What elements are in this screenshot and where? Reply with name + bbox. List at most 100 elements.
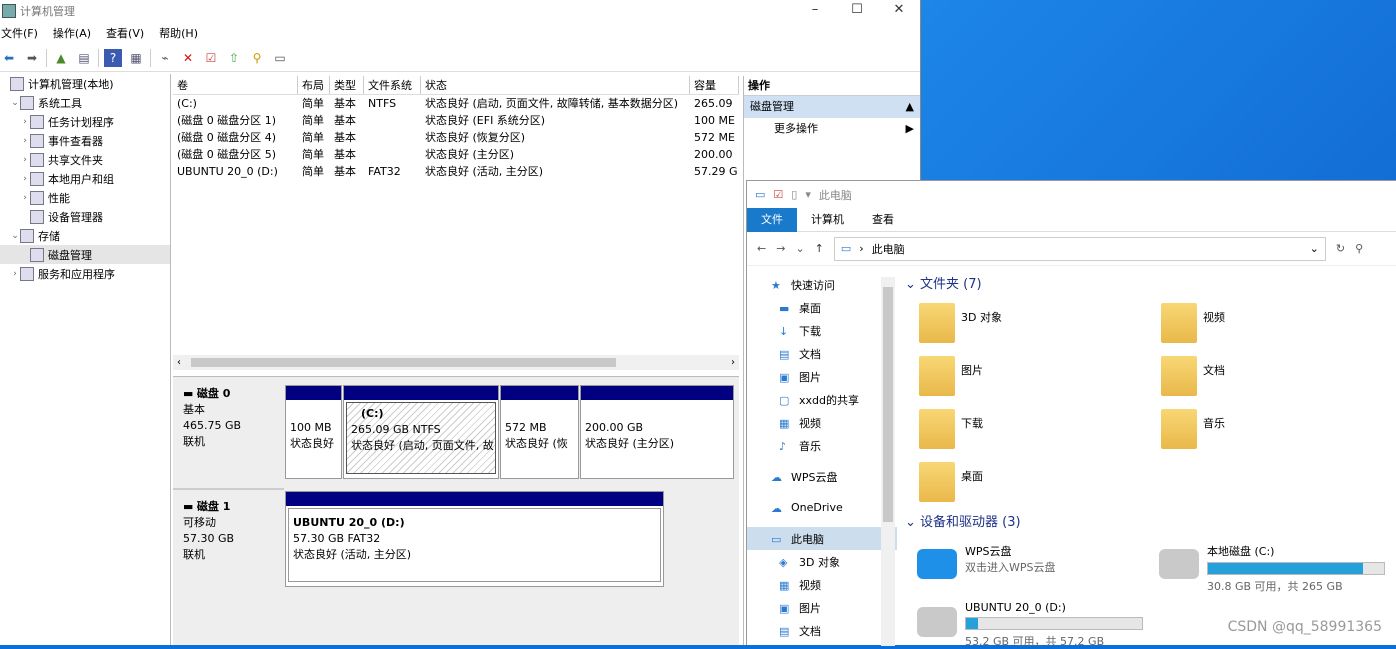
forward-icon[interactable]: →	[776, 242, 785, 255]
column-header[interactable]: 容量	[690, 76, 739, 94]
folder-item[interactable]: 3D 对象	[919, 303, 1002, 343]
show-hide-tree-icon[interactable]: ▤	[75, 49, 93, 67]
folder-item[interactable]: 文档	[1161, 356, 1225, 396]
collapse-up-icon[interactable]: ▲	[906, 96, 914, 118]
nav-scrollbar[interactable]	[881, 277, 895, 646]
maximize-button[interactable]: ☐	[836, 0, 878, 22]
table-row[interactable]: (C:) 简单 基本 NTFS 状态良好 (启动, 页面文件, 故障转储, 基本数据分区…	[173, 95, 739, 112]
back-icon[interactable]: ⬅	[0, 49, 18, 67]
tree-item[interactable]: › 性能	[0, 188, 170, 207]
tree-item[interactable]: › 共享文件夹	[0, 150, 170, 169]
checklist-icon[interactable]: ☑	[202, 49, 220, 67]
drives-group-header[interactable]: ⌄ 设备和驱动器 (3)	[899, 511, 1021, 535]
table-row[interactable]: (磁盘 0 磁盘分区 5) 简单 基本 状态良好 (主分区) 200.00	[173, 146, 739, 163]
nav-item[interactable]: ▤ 文档	[747, 619, 897, 642]
horizontal-scrollbar[interactable]: ‹ ›	[173, 355, 739, 370]
up-folder-icon[interactable]: ▲	[52, 49, 70, 67]
column-header[interactable]: 卷	[173, 76, 298, 94]
folder-item[interactable]: 图片	[919, 356, 983, 396]
menu-action[interactable]: 操作(A)	[52, 25, 91, 41]
close-button[interactable]: ✕	[878, 0, 920, 22]
tree-item[interactable]: 磁盘管理	[0, 245, 170, 264]
expand-icon[interactable]: ›	[20, 136, 30, 146]
more-actions-item[interactable]: 更多操作 ▶	[744, 118, 920, 140]
nav-item[interactable]: ▣ 图片	[747, 596, 897, 619]
arrow-up-icon[interactable]: ⇧	[225, 49, 243, 67]
connect-icon[interactable]: ⌁	[156, 49, 174, 67]
back-icon[interactable]: ←	[757, 242, 766, 255]
scroll-left-icon[interactable]: ‹	[177, 357, 181, 368]
tree-item[interactable]: › 本地用户和组	[0, 169, 170, 188]
folder-item[interactable]: 音乐	[1161, 409, 1225, 449]
nav-item[interactable]: ▦ 视频	[747, 573, 897, 596]
scroll-right-icon[interactable]: ›	[731, 357, 735, 368]
nav-item[interactable]: ◈ 3D 对象	[747, 550, 897, 573]
drive-item[interactable]: UBUNTU 20_0 (D:) 53.2 GB 可用，共 57.2 GB	[917, 601, 1143, 649]
disk-1-label[interactable]: ▬ 磁盘 1 可移动 57.30 GB 联机	[173, 488, 284, 592]
scroll-thumb[interactable]	[191, 358, 616, 367]
tree-item[interactable]: › 任务计划程序	[0, 112, 170, 131]
tab-view[interactable]: 查看	[858, 208, 908, 232]
tree-item[interactable]: 计算机管理(本地)	[0, 74, 170, 93]
folder-item[interactable]: 桌面	[919, 462, 983, 502]
delete-icon[interactable]: ✕	[179, 49, 197, 67]
tree-item[interactable]: ⌄ 系统工具	[0, 93, 170, 112]
recent-dropdown-icon[interactable]: ⌄	[795, 242, 804, 255]
disk0-partition-recovery[interactable]: 572 MB 状态良好 (恢	[500, 385, 579, 479]
nav-item[interactable]: ▦ 视频	[747, 411, 897, 434]
search-icon[interactable]: ⚲	[248, 49, 266, 67]
folders-group-header[interactable]: ⌄ 文件夹 (7)	[899, 273, 1396, 297]
menu-help[interactable]: 帮助(H)	[158, 25, 198, 41]
tree-item[interactable]: › 服务和应用程序	[0, 264, 170, 283]
folder-item[interactable]: 下载	[919, 409, 983, 449]
nav-item[interactable]: ▣图片📌	[747, 365, 897, 388]
tree-item[interactable]: 设备管理器	[0, 207, 170, 226]
tab-computer[interactable]: 计算机	[797, 208, 858, 232]
tab-file[interactable]: 文件	[747, 207, 797, 232]
menu-view[interactable]: 查看(V)	[105, 25, 144, 41]
properties-icon[interactable]: ▦	[127, 49, 145, 67]
dropdown-icon[interactable]: ▾	[805, 188, 811, 201]
column-header[interactable]: 布局	[298, 76, 330, 94]
file-explorer-window[interactable]: ▭ ☑ ▯ ▾ 此电脑 文件 计算机 查看 ← → ⌄ ↑ ▭ › 此电脑 ⌄ …	[746, 180, 1396, 648]
column-header[interactable]: 类型	[330, 76, 364, 94]
tree-item[interactable]: › 事件查看器	[0, 131, 170, 150]
nav-item[interactable]: ▤文档📌	[747, 342, 897, 365]
nav-item[interactable]: ↓下载📌	[747, 319, 897, 342]
nav-item[interactable]: ★ 快速访问	[747, 273, 897, 296]
disk-0-label[interactable]: ▬ 磁盘 0 基本 465.75 GB 联机	[173, 377, 284, 486]
nav-item[interactable]: ☁ WPS云盘	[747, 465, 897, 488]
actions-section-disk-management[interactable]: 磁盘管理 ▲	[744, 96, 920, 118]
table-row[interactable]: (磁盘 0 磁盘分区 1) 简单 基本 状态良好 (EFI 系统分区) 100 ME	[173, 112, 739, 129]
nav-item[interactable]: ♪ 音乐	[747, 434, 897, 457]
minimize-button[interactable]: –	[794, 0, 836, 22]
disk1-partition-d[interactable]: UBUNTU 20_0 (D:) 57.30 GB FAT32 状态良好 (活动, …	[285, 491, 664, 587]
expand-icon[interactable]: ›	[20, 174, 30, 184]
blank-file-icon[interactable]: ▯	[791, 188, 797, 201]
disk0-partition-c[interactable]: (C:) 265.09 GB NTFS 状态良好 (启动, 页面文件, 故	[343, 385, 499, 479]
nav-item[interactable]: ▢ xxdd的共享	[747, 388, 897, 411]
nav-item[interactable]: ☁ OneDrive	[747, 496, 897, 519]
column-header[interactable]: 文件系统	[364, 76, 421, 94]
expand-icon[interactable]: ⌄	[10, 98, 20, 108]
folder-item[interactable]: 视频	[1161, 303, 1225, 343]
expand-icon[interactable]: ›	[20, 155, 30, 165]
column-header[interactable]: 状态	[421, 76, 690, 94]
drive-item[interactable]: 本地磁盘 (C:) 30.8 GB 可用，共 265 GB	[1159, 543, 1385, 594]
address-dropdown-icon[interactable]: ⌄	[1310, 242, 1319, 255]
list-icon[interactable]: ▭	[271, 49, 289, 67]
help-icon[interactable]: ?	[104, 48, 122, 67]
expand-icon[interactable]: ⌄	[10, 231, 20, 241]
checkbox-icon[interactable]: ☑	[773, 188, 783, 201]
table-row[interactable]: (磁盘 0 磁盘分区 4) 简单 基本 状态良好 (恢复分区) 572 ME	[173, 129, 739, 146]
refresh-icon[interactable]: ↻	[1336, 242, 1345, 255]
search-icon[interactable]: ⚲	[1355, 242, 1363, 255]
table-row[interactable]: UBUNTU 20_0 (D:) 简单 基本 FAT32 状态良好 (活动, 主分区) 5…	[173, 163, 739, 180]
up-icon[interactable]: ↑	[815, 242, 824, 255]
address-bar[interactable]: ▭ › 此电脑 ⌄	[833, 236, 1326, 261]
nav-item[interactable]: ▬桌面📌	[747, 296, 897, 319]
expand-icon[interactable]: ›	[20, 193, 30, 203]
scroll-thumb[interactable]	[883, 287, 893, 522]
disk0-partition-5[interactable]: 200.00 GB 状态良好 (主分区)	[580, 385, 734, 479]
drive-item[interactable]: WPS云盘 双击进入WPS云盘	[917, 543, 1056, 579]
